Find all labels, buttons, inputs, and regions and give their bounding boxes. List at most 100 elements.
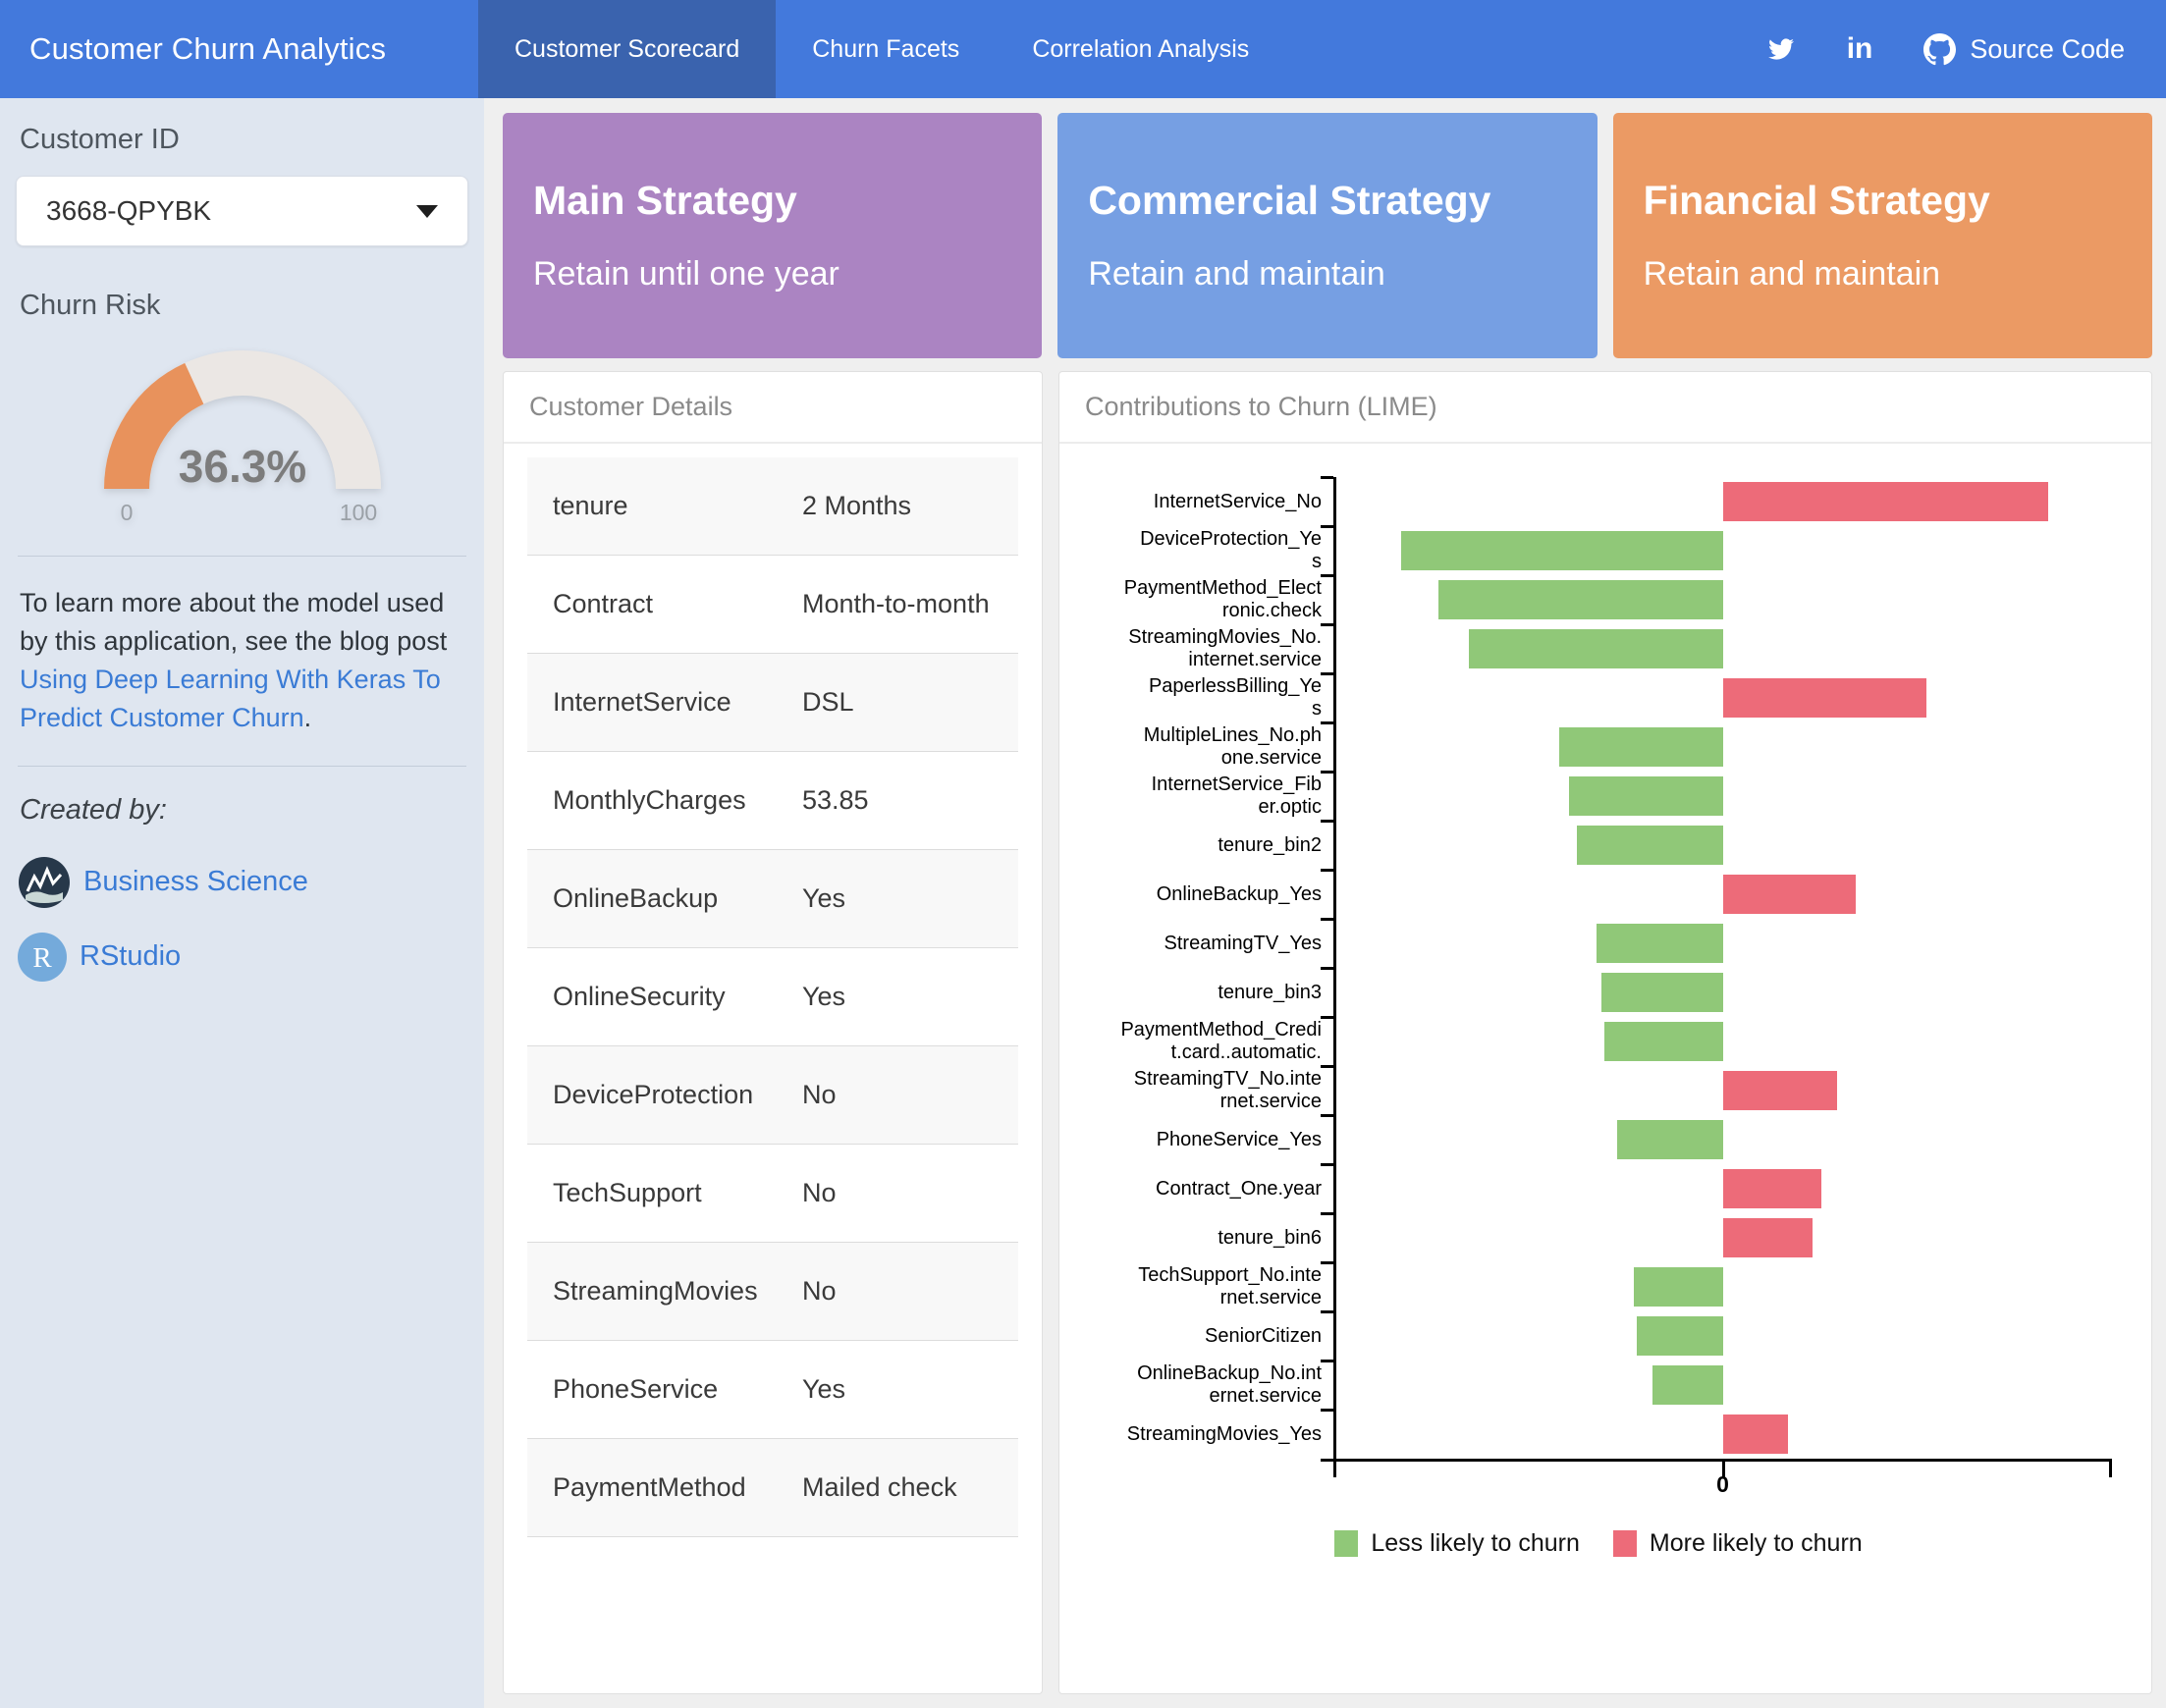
card-subtitle: Retain and maintain	[1644, 255, 2122, 294]
table-row: tenure2 Months	[527, 457, 1018, 556]
bar-less-likely	[1634, 1267, 1722, 1307]
chart-category-label: StreamingMovies_Yes	[1085, 1410, 1333, 1459]
chart-track	[1333, 722, 2112, 772]
card-subtitle: Retain until one year	[533, 255, 1011, 294]
gauge-value-text: 36.3%	[178, 441, 305, 492]
app-title: Customer Churn Analytics	[0, 0, 478, 98]
bar-less-likely	[1601, 973, 1723, 1012]
sidebar-divider	[18, 766, 466, 767]
chart-category-label: PaymentMethod_Credi t.card..automatic.	[1085, 1017, 1333, 1066]
row-value: Yes	[802, 948, 1018, 1045]
chart-row: tenure_bin2	[1085, 821, 2112, 870]
table-row: MonthlyCharges53.85	[527, 752, 1018, 850]
bar-less-likely	[1569, 776, 1723, 816]
chart-category-label: Contract_One.year	[1085, 1164, 1333, 1213]
main-strategy-card: Main Strategy Retain until one year	[503, 113, 1042, 358]
row-key: Contract	[527, 556, 802, 653]
bar-less-likely	[1469, 629, 1723, 668]
chart-category-label: DeviceProtection_Ye s	[1085, 526, 1333, 575]
chart-track	[1333, 821, 2112, 870]
x-axis-tick	[2109, 1462, 2112, 1477]
row-key: OnlineBackup	[527, 850, 802, 947]
chart-track	[1333, 870, 2112, 919]
chart-row: DeviceProtection_Ye s	[1085, 526, 2112, 575]
bar-less-likely	[1652, 1365, 1722, 1405]
row-key: tenure	[527, 457, 802, 555]
svg-text:R: R	[32, 942, 52, 974]
bar-more-likely	[1723, 1071, 1838, 1110]
chart-row: MultipleLines_No.ph one.service	[1085, 722, 2112, 772]
bar-more-likely	[1723, 482, 2048, 521]
tab-customer-scorecard[interactable]: Customer Scorecard	[478, 0, 776, 98]
chart-row: PhoneService_Yes	[1085, 1115, 2112, 1164]
chart-category-label: OnlineBackup_Yes	[1085, 870, 1333, 919]
sidebar: Customer ID 3668-QPYBK Churn Risk 36.3% …	[0, 98, 484, 1708]
credit-business-science: Business Science	[18, 856, 468, 909]
chart-track	[1333, 673, 2112, 722]
row-key: PhoneService	[527, 1341, 802, 1438]
business-science-link[interactable]: Business Science	[83, 866, 308, 898]
churn-contributions-header: Contributions to Churn (LIME)	[1059, 372, 2151, 444]
legend-label: Less likely to churn	[1371, 1529, 1580, 1558]
chart-row: InternetService_Fib er.optic	[1085, 772, 2112, 821]
source-code-link[interactable]: Source Code	[1923, 33, 2125, 66]
chart-track	[1333, 1017, 2112, 1066]
bar-less-likely	[1637, 1316, 1722, 1356]
table-row: OnlineSecurityYes	[527, 948, 1018, 1046]
tab-correlation-analysis[interactable]: Correlation Analysis	[996, 0, 1285, 98]
x-axis-tick-zero	[1722, 1462, 1725, 1477]
twitter-icon[interactable]	[1766, 36, 1796, 62]
chart-category-label: StreamingTV_No.inte rnet.service	[1085, 1066, 1333, 1115]
customer-id-label: Customer ID	[20, 124, 468, 156]
bar-more-likely	[1723, 678, 1926, 718]
customer-details-table: tenure2 MonthsContractMonth-to-monthInte…	[527, 457, 1018, 1537]
card-title: Main Strategy	[533, 178, 1011, 224]
row-key: MonthlyCharges	[527, 752, 802, 849]
bar-less-likely	[1597, 924, 1723, 963]
churn-risk-label: Churn Risk	[20, 290, 468, 322]
chart-row: PaymentMethod_Credi t.card..automatic.	[1085, 1017, 2112, 1066]
chart-row: StreamingTV_Yes	[1085, 919, 2112, 968]
bar-less-likely	[1559, 727, 1723, 767]
rstudio-logo-icon: R	[18, 933, 67, 982]
legend-swatch	[1613, 1530, 1637, 1557]
chart-track	[1333, 1262, 2112, 1311]
commercial-strategy-card: Commercial Strategy Retain and maintain	[1057, 113, 1597, 358]
card-subtitle: Retain and maintain	[1088, 255, 1566, 294]
blog-post-link[interactable]: Using Deep Learning With Keras To Predic…	[20, 665, 441, 732]
card-title: Financial Strategy	[1644, 178, 2122, 224]
chart-plot: InternetService_NoDeviceProtection_Ye s P…	[1085, 477, 2112, 1459]
chart-row: TechSupport_No.inte rnet.service	[1085, 1262, 2112, 1311]
legend-swatch	[1334, 1530, 1358, 1557]
row-key: DeviceProtection	[527, 1046, 802, 1144]
chart-category-label: SeniorCitizen	[1085, 1311, 1333, 1361]
chart-row: StreamingTV_No.inte rnet.service	[1085, 1066, 2112, 1115]
main-content: Main Strategy Retain until one year Comm…	[484, 98, 2166, 1708]
row-value: 53.85	[802, 752, 1018, 849]
table-row: InternetServiceDSL	[527, 654, 1018, 752]
financial-strategy-card: Financial Strategy Retain and maintain	[1613, 113, 2152, 358]
linkedin-icon[interactable]: in	[1847, 32, 1873, 66]
row-value: Yes	[802, 1341, 1018, 1438]
chart-track	[1333, 919, 2112, 968]
table-row: OnlineBackupYes	[527, 850, 1018, 948]
chart-track	[1333, 772, 2112, 821]
row-value: Yes	[802, 850, 1018, 947]
rstudio-link[interactable]: RStudio	[80, 940, 181, 973]
card-title: Commercial Strategy	[1088, 178, 1566, 224]
chart-category-label: tenure_bin6	[1085, 1213, 1333, 1262]
chart-category-label: InternetService_No	[1085, 477, 1333, 526]
about-text: To learn more about the model used by th…	[20, 584, 464, 738]
source-code-label: Source Code	[1970, 34, 2125, 65]
row-key: PaymentMethod	[527, 1439, 802, 1536]
bar-less-likely	[1617, 1120, 1722, 1159]
chart-category-label: OnlineBackup_No.int ernet.service	[1085, 1361, 1333, 1410]
row-value: Mailed check	[802, 1439, 1018, 1536]
gauge-max-label: 100	[339, 500, 376, 525]
bar-more-likely	[1723, 875, 1857, 914]
table-row: StreamingMoviesNo	[527, 1243, 1018, 1341]
customer-id-select[interactable]: 3668-QPYBK	[16, 176, 468, 246]
chart-category-label: PhoneService_Yes	[1085, 1115, 1333, 1164]
tab-churn-facets[interactable]: Churn Facets	[776, 0, 996, 98]
bar-less-likely	[1438, 580, 1722, 619]
